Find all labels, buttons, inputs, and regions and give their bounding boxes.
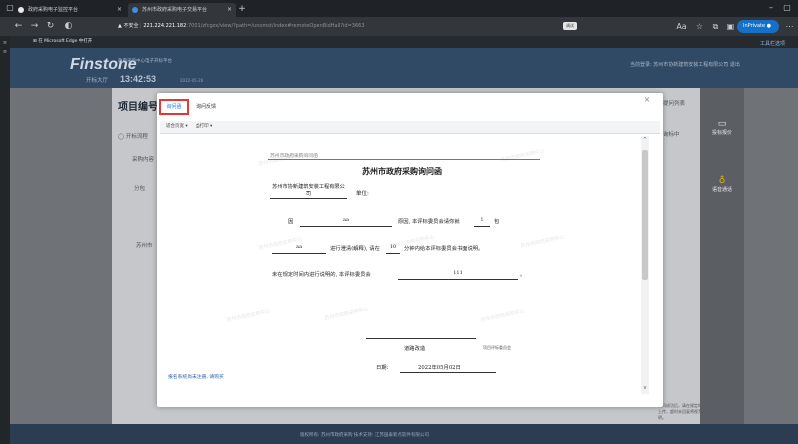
edge-icon: ◐ [64, 21, 73, 31]
header-rule [268, 159, 540, 160]
vertical-tabs-strip [0, 36, 10, 444]
security-label: 不安全 [123, 23, 139, 29]
sidebar-tab-icon[interactable]: ≡ [2, 49, 8, 55]
refresh-icon[interactable]: ↻ [44, 20, 57, 33]
tab-actions-icon[interactable]: ▢ [3, 2, 17, 14]
project-title: 项目编号 [118, 102, 158, 113]
signature-rule [366, 338, 476, 339]
line2-item: aa [296, 244, 302, 250]
line1-text: 原因, 本评标委员会请你就 [398, 219, 460, 225]
document-header: 苏州市政府采购询问函 [270, 154, 318, 159]
bid-price-label: 投标报价 [711, 130, 732, 136]
print-label: 打印 ▾ [199, 124, 213, 129]
line2-suffix: 分钟内给本评标委员会书面说明。 [404, 246, 484, 252]
active-tab-indicator [161, 113, 187, 114]
line2-text: 进行澄清(解释), 请在 [330, 246, 380, 252]
underline [474, 226, 490, 227]
bookmark-bar [0, 36, 798, 48]
maximize-icon[interactable]: ▢ [780, 2, 794, 14]
scroll-down-icon[interactable]: v [641, 384, 649, 392]
url-badge[interactable]: 调试 [563, 22, 577, 30]
footer-copyright: 版权所有: 苏州市政府采购 技术支持: 江苏国泰新点软件有限公司 [300, 433, 429, 438]
signer-name: 道路改造 [404, 346, 426, 352]
read-aloud-icon[interactable]: Aa [675, 20, 688, 33]
voice-call-label: 语音通话 [711, 187, 732, 193]
addressee-suffix: 单位: [356, 191, 369, 197]
tab-favicon-icon [132, 7, 138, 13]
right-toolbar [700, 88, 744, 424]
line1-suffix: 包 [494, 219, 500, 225]
scroll-up-icon[interactable]: ^ [641, 136, 649, 144]
underline [386, 253, 400, 254]
forward-icon[interactable]: → [28, 20, 41, 33]
bookmark-label: 在 Microsoft Edge 中打开 [38, 39, 93, 44]
line3-suffix: 。 [520, 272, 526, 278]
document-icon: ▭ [717, 119, 727, 129]
side-label: 苏州市 [136, 243, 153, 249]
profile-label: InPrivate [743, 23, 766, 29]
line1-reason: aa [343, 217, 349, 223]
addressee-company: 苏州市协新建筑安装工程有限公司 [270, 184, 347, 199]
logo-chinese-name: 开标大厅 [86, 78, 109, 84]
side-label: 分包 [134, 186, 146, 192]
document-date: 2022年05月02日 [418, 365, 461, 371]
collections-add-icon[interactable]: ▣ [724, 20, 737, 33]
line3-consequence: 111 [453, 270, 463, 276]
line2-minutes: 10 [389, 244, 397, 250]
browser-tab-label: 苏州市政府采购电子交易平台 [142, 7, 208, 13]
date-label: 日期: [376, 365, 389, 371]
profile-icon: ● [766, 23, 772, 29]
line1-prefix: 因 [288, 219, 294, 225]
signer-note: 项目评标委员会 [483, 345, 511, 350]
browser-tab-label: 政府采购电子监控平台 [28, 7, 79, 13]
favorite-icon[interactable]: ☆ [693, 20, 706, 33]
underline [398, 279, 518, 280]
registration-link[interactable]: 报名系统尚未注册, 请购买 [168, 373, 224, 380]
url-path: :7001/zfcgzx/view/?path=/unomst/index#re… [186, 23, 365, 29]
minimize-icon[interactable]: – [764, 2, 778, 14]
question-list-title: 提问列表 [663, 101, 686, 107]
back-icon[interactable]: ← [12, 20, 25, 33]
open-in-edge-link[interactable]: ⊞ 在 Microsoft Edge 中打开 [33, 38, 92, 46]
browser-tab-active[interactable]: 苏州市政府采购电子交易平台 × [128, 3, 236, 17]
document-title: 苏州市政府采购询问函 [362, 166, 442, 176]
underline [400, 372, 496, 373]
inprivate-profile-button[interactable]: InPrivate ● [737, 20, 779, 33]
print-dropdown[interactable]: ⎙打印 ▾ [196, 123, 212, 131]
close-tab-icon[interactable]: × [227, 3, 232, 17]
close-dialog-button[interactable]: × [640, 93, 654, 107]
voice-call-button[interactable]: ♁ 语音通话 [707, 176, 737, 193]
url-host: 221.224.221.182 [143, 23, 187, 29]
close-tab-icon[interactable]: × [117, 3, 122, 17]
zoom-fit-width-dropdown[interactable]: 适合页宽 ▾ [166, 123, 188, 131]
collections-icon[interactable]: ⧉ [709, 20, 722, 33]
clock-time: 13:42:53 [120, 74, 157, 84]
tab-inquiry-feedback[interactable]: 询问反馈 [196, 101, 216, 113]
inquiry-status: 询标中 [663, 132, 680, 138]
logo-subtitle: 政府采购中心电子开标平台 [118, 59, 172, 64]
login-info[interactable]: 当前登录: 苏州市协新建筑安装工程有限公司 退出 [630, 61, 740, 68]
help-link[interactable]: 工具栏选项 [760, 40, 785, 47]
sidebar-tab-icon[interactable]: ≡ [2, 40, 8, 46]
tab-favicon-icon [18, 7, 24, 13]
clock-date: 2022-05-26 [180, 78, 204, 83]
line1-pack-number: 1 [480, 217, 484, 223]
microphone-icon: ♁ [718, 176, 726, 186]
step-check-icon: ◯ [118, 134, 126, 140]
browser-tab[interactable]: 政府采购电子监控平台 × [14, 3, 126, 17]
new-tab-button[interactable]: + [236, 3, 248, 15]
more-menu-icon[interactable]: ⋯ [783, 20, 796, 33]
side-label: ◯ 开标流程 [118, 132, 148, 140]
address-bar[interactable]: ▲ 不安全 | 221.224.221.182:7001/zfcgzx/view… [118, 20, 678, 33]
side-label-text: 开标流程 [125, 134, 148, 140]
scrollbar-thumb[interactable] [642, 150, 648, 280]
side-label: 采购内容 [132, 157, 155, 163]
underline [300, 226, 392, 227]
line3-text: 未在规定时间内进行说明的, 本评标委员会 [272, 272, 371, 278]
underline [272, 253, 326, 254]
document-viewer-toolbar [160, 121, 660, 134]
bid-price-button[interactable]: ▭ 投标报价 [707, 119, 737, 136]
